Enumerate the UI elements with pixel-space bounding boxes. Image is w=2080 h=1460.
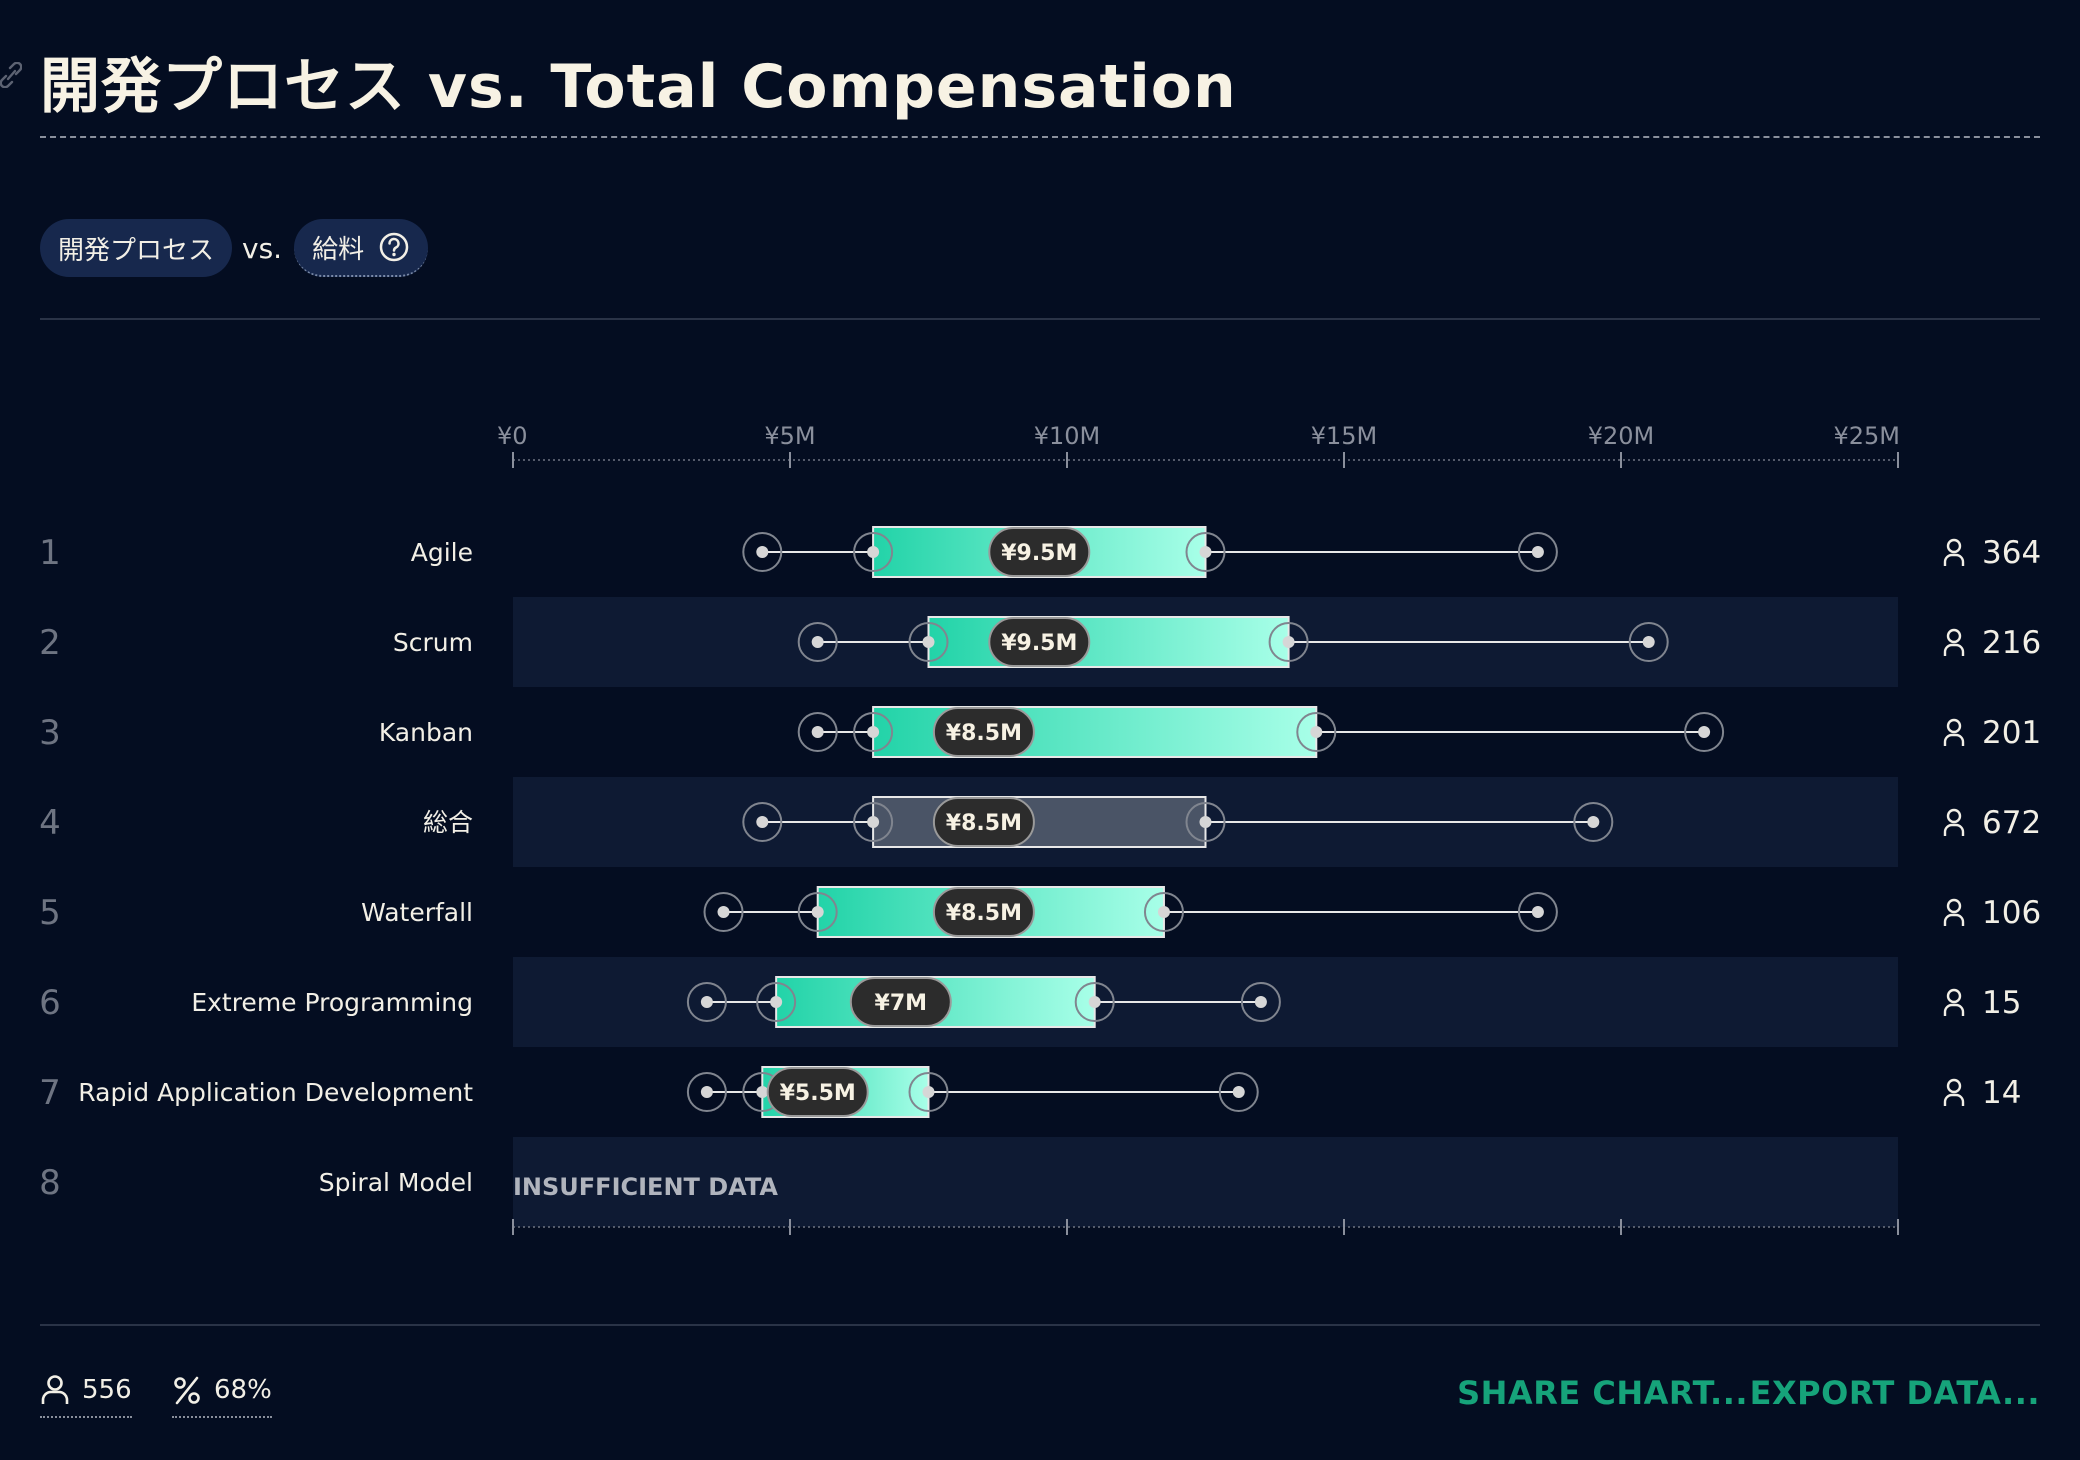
boxplot-chart: ¥0¥5M¥10M¥15M¥20M¥25M¥0¥5M¥10M¥15M¥20M¥2… [39, 422, 2041, 1235]
p75-marker [922, 1086, 935, 1098]
respondents-count: 556 [82, 1375, 132, 1405]
p10-marker [811, 726, 824, 738]
overall-iqr-box [872, 796, 1207, 848]
primary-category-pill[interactable]: 開発プロセス [40, 219, 233, 277]
respondent-count: 672 [1982, 805, 2041, 841]
page-title: 開発プロセス vs. Total Compensation [40, 52, 1237, 122]
vs-label: vs. [242, 231, 283, 265]
respondent-count: 201 [1982, 715, 2041, 751]
row-rank: 2 [39, 623, 61, 663]
row-rank: 8 [39, 1163, 61, 1203]
primary-category-label: 開発プロセス [58, 235, 215, 266]
row-rank: 7 [39, 1073, 61, 1113]
median-label: ¥7M [875, 991, 928, 1016]
row-label: 総合 [423, 808, 473, 837]
person-icon [1943, 898, 1965, 926]
insufficient-data-label: INSUFFICIENT DATA [513, 1173, 778, 1201]
percent-icon [174, 1376, 200, 1405]
respondents-stat[interactable]: 556 [40, 1372, 132, 1418]
filter-bar: 開発プロセス vs. 給料 [40, 219, 429, 277]
person-icon [41, 1375, 69, 1404]
row-label: Kanban [379, 718, 473, 747]
p90-marker [1531, 546, 1544, 558]
x-tick-label: ¥10M [1034, 422, 1101, 450]
metric-label: 給料 [312, 234, 365, 265]
p25-marker [770, 996, 783, 1008]
p75-marker [1282, 636, 1295, 648]
respondent-count: 216 [1982, 625, 2041, 661]
p90-marker [1698, 726, 1711, 738]
respondent-count: 106 [1982, 895, 2041, 931]
p10-marker [700, 996, 713, 1008]
person-icon [1943, 808, 1965, 836]
p25-marker [867, 726, 880, 738]
row-label: Waterfall [361, 898, 473, 927]
row-rank: 1 [39, 533, 61, 573]
x-tick-label: ¥25M [1833, 422, 1900, 450]
p75-marker [1088, 996, 1101, 1008]
percent-stat[interactable]: 68% [172, 1372, 272, 1418]
p25-marker [922, 636, 935, 648]
p10-marker [756, 816, 769, 828]
row-label: Spiral Model [319, 1168, 473, 1197]
p90-marker [1531, 906, 1544, 918]
p10-marker [756, 546, 769, 558]
person-icon [1943, 538, 1965, 566]
median-label: ¥9.5M [1001, 631, 1077, 656]
p75-marker [1199, 816, 1212, 828]
link-icon[interactable] [0, 62, 22, 88]
p90-marker [1587, 816, 1600, 828]
p90-marker [1642, 636, 1655, 648]
median-label: ¥5.5M [780, 1081, 856, 1106]
respondent-count: 14 [1982, 1075, 2021, 1111]
median-label: ¥9.5M [1001, 541, 1077, 566]
title-divider [40, 136, 2040, 138]
person-icon [1943, 988, 1965, 1016]
x-tick-label: ¥5M [764, 422, 815, 450]
x-tick-label: ¥0 [497, 422, 528, 450]
p25-marker [867, 816, 880, 828]
respondent-count: 364 [1982, 535, 2041, 571]
percent-value: 68% [214, 1375, 272, 1405]
p25-marker [867, 546, 880, 558]
row-rank: 3 [39, 713, 61, 753]
row-label: Scrum [393, 628, 473, 657]
x-tick-label: ¥15M [1311, 422, 1378, 450]
respondent-count: 15 [1982, 985, 2021, 1021]
export-data-link[interactable]: EXPORT DATA... [1750, 1374, 2040, 1412]
p90-marker [1232, 1086, 1245, 1098]
section-divider-bottom [40, 1324, 2040, 1326]
median-label: ¥8.5M [946, 901, 1022, 926]
help-icon[interactable] [378, 231, 410, 263]
median-label: ¥8.5M [946, 811, 1022, 836]
p75-marker [1199, 546, 1212, 558]
person-icon [1943, 628, 1965, 656]
p10-marker [717, 906, 730, 918]
p75-marker [1310, 726, 1323, 738]
row-rank: 6 [39, 983, 61, 1023]
row-rank: 5 [39, 893, 61, 933]
p90-marker [1254, 996, 1267, 1008]
iqr-box [927, 616, 1290, 668]
row-label: Agile [411, 538, 473, 567]
p25-marker [756, 1086, 769, 1098]
section-divider-top [40, 318, 2040, 320]
p25-marker [811, 906, 824, 918]
row-label: Extreme Programming [191, 988, 473, 1017]
share-chart-link[interactable]: SHARE CHART... [1457, 1374, 1748, 1412]
row-rank: 4 [39, 803, 61, 843]
person-icon [1943, 1078, 1965, 1106]
p10-marker [700, 1086, 713, 1098]
p10-marker [811, 636, 824, 648]
person-icon [1943, 718, 1965, 746]
metric-pill[interactable]: 給料 [294, 219, 429, 277]
x-tick-label: ¥20M [1588, 422, 1655, 450]
p75-marker [1157, 906, 1170, 918]
row-label: Rapid Application Development [78, 1078, 473, 1107]
median-label: ¥8.5M [946, 721, 1022, 746]
